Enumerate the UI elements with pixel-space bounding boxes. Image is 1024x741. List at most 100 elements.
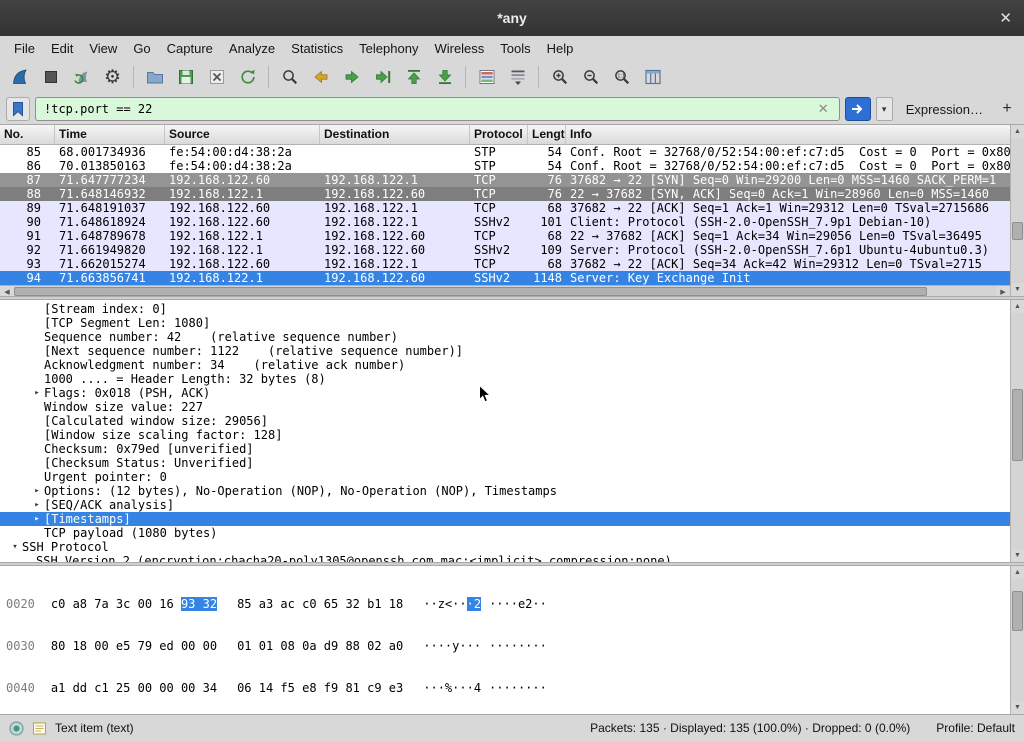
packet-row-94-selected[interactable]: 9471.663856741192.168.122.1192.168.122.6… <box>0 271 1010 285</box>
zoom-in-button[interactable] <box>544 63 575 91</box>
filter-dropdown-button[interactable]: ▾ <box>876 97 893 121</box>
detail-line-ssh-version[interactable]: SSH Version 2 (encryption:chacha20-poly1… <box>0 554 1010 562</box>
detail-line[interactable]: 1000 .... = Header Length: 32 bytes (8) <box>0 372 1010 386</box>
add-filter-button[interactable]: + <box>996 98 1018 120</box>
resize-columns-button[interactable] <box>637 63 668 91</box>
detail-line-tcp-payload[interactable]: TCP payload (1080 bytes) <box>0 526 1010 540</box>
start-capture-button[interactable] <box>4 63 35 91</box>
hscroll-thumb[interactable] <box>14 287 927 296</box>
scroll-right-arrow[interactable]: ▶ <box>996 286 1010 296</box>
go-to-packet-button[interactable] <box>367 63 398 91</box>
filter-bookmarks-button[interactable] <box>6 97 30 121</box>
detail-line[interactable]: [Stream index: 0] <box>0 302 1010 316</box>
filter-apply-button[interactable] <box>845 97 871 121</box>
detail-line[interactable]: [Window size scaling factor: 128] <box>0 428 1010 442</box>
reload-file-button[interactable] <box>232 63 263 91</box>
packet-row-93[interactable]: 9371.662015274192.168.122.60192.168.122.… <box>0 257 1010 271</box>
packet-list-hscrollbar[interactable]: ◀ ▶ <box>0 285 1010 296</box>
bytes-vscrollbar[interactable]: ▲ ▼ <box>1010 566 1024 714</box>
menu-statistics[interactable]: Statistics <box>283 39 351 58</box>
scroll-down-arrow[interactable]: ▼ <box>1011 283 1024 296</box>
window-close-button[interactable]: ✕ <box>999 0 1012 36</box>
open-file-button[interactable] <box>139 63 170 91</box>
menu-file[interactable]: File <box>6 39 43 58</box>
go-forward-button[interactable] <box>336 63 367 91</box>
hscroll-track[interactable] <box>14 286 996 296</box>
scroll-left-arrow[interactable]: ◀ <box>0 286 14 296</box>
packet-row-88[interactable]: 8871.648146932192.168.122.1192.168.122.6… <box>0 187 1010 201</box>
detail-line[interactable]: [Checksum Status: Unverified] <box>0 456 1010 470</box>
colorize-button[interactable] <box>471 63 502 91</box>
packet-row-90[interactable]: 9071.648618924192.168.122.60192.168.122.… <box>0 215 1010 229</box>
go-back-button[interactable] <box>305 63 336 91</box>
menu-telephony[interactable]: Telephony <box>351 39 426 58</box>
save-file-button[interactable] <box>170 63 201 91</box>
scroll-up-arrow[interactable]: ▲ <box>1011 300 1024 313</box>
column-header-destination[interactable]: Destination <box>320 125 470 144</box>
hex-row[interactable]: 0020c0 a8 7a 3c 00 16 93 3285 a3 ac c0 6… <box>6 597 1010 611</box>
packet-row-89[interactable]: 8971.648191037192.168.122.60192.168.122.… <box>0 201 1010 215</box>
zoom-original-button[interactable]: 1:1 <box>606 63 637 91</box>
vscroll-thumb[interactable] <box>1012 591 1023 631</box>
packet-row-85[interactable]: 8568.001734936fe:54:00:d4:38:2aSTP54Conf… <box>0 145 1010 159</box>
vscroll-track[interactable] <box>1011 579 1024 701</box>
scroll-up-arrow[interactable]: ▲ <box>1011 125 1024 138</box>
packet-row-91[interactable]: 9171.648789678192.168.122.1192.168.122.6… <box>0 229 1010 243</box>
details-vscrollbar[interactable]: ▲ ▼ <box>1010 300 1024 562</box>
detail-line[interactable]: [Calculated window size: 29056] <box>0 414 1010 428</box>
filter-clear-button[interactable]: ✕ <box>813 101 834 117</box>
menu-capture[interactable]: Capture <box>159 39 221 58</box>
stop-capture-button[interactable] <box>35 63 66 91</box>
menu-go[interactable]: Go <box>125 39 158 58</box>
column-header-time[interactable]: Time <box>55 125 165 144</box>
display-filter-input[interactable] <box>44 102 813 116</box>
menu-help[interactable]: Help <box>539 39 582 58</box>
menu-view[interactable]: View <box>81 39 125 58</box>
column-header-info[interactable]: Info <box>566 125 1010 144</box>
column-header-length[interactable]: Length <box>528 125 566 144</box>
menu-analyze[interactable]: Analyze <box>221 39 283 58</box>
packet-row-86[interactable]: 8670.013850163fe:54:00:d4:38:2aSTP54Conf… <box>0 159 1010 173</box>
packet-row-87[interactable]: 8771.647777234192.168.122.60192.168.122.… <box>0 173 1010 187</box>
detail-line[interactable]: [TCP Segment Len: 1080] <box>0 316 1010 330</box>
detail-line-flags[interactable]: ▸Flags: 0x018 (PSH, ACK) <box>0 386 1010 400</box>
scroll-down-arrow[interactable]: ▼ <box>1011 701 1024 714</box>
detail-line[interactable]: Sequence number: 42 (relative sequence n… <box>0 330 1010 344</box>
detail-line[interactable]: Urgent pointer: 0 <box>0 470 1010 484</box>
auto-scroll-button[interactable] <box>502 63 533 91</box>
detail-line[interactable]: Checksum: 0x79ed [unverified] <box>0 442 1010 456</box>
restart-capture-button[interactable] <box>66 63 97 91</box>
scroll-up-arrow[interactable]: ▲ <box>1011 566 1024 579</box>
profile-button[interactable]: Profile: Default <box>936 721 1015 735</box>
column-header-source[interactable]: Source <box>165 125 320 144</box>
close-file-button[interactable] <box>201 63 232 91</box>
go-first-packet-button[interactable] <box>398 63 429 91</box>
packet-row-92[interactable]: 9271.661949820192.168.122.1192.168.122.6… <box>0 243 1010 257</box>
menu-tools[interactable]: Tools <box>492 39 538 58</box>
detail-line-options[interactable]: ▸Options: (12 bytes), No-Operation (NOP)… <box>0 484 1010 498</box>
detail-line[interactable]: Acknowledgment number: 34 (relative ack … <box>0 358 1010 372</box>
expert-info-icon[interactable] <box>9 721 24 736</box>
column-header-no[interactable]: No. <box>0 125 55 144</box>
scroll-down-arrow[interactable]: ▼ <box>1011 549 1024 562</box>
capture-comment-icon[interactable] <box>32 721 47 736</box>
go-last-packet-button[interactable] <box>429 63 460 91</box>
capture-options-button[interactable]: ⚙ <box>97 63 128 91</box>
menu-wireless[interactable]: Wireless <box>426 39 492 58</box>
column-header-protocol[interactable]: Protocol <box>470 125 528 144</box>
vscroll-track[interactable] <box>1011 138 1024 283</box>
menu-edit[interactable]: Edit <box>43 39 81 58</box>
expression-button[interactable]: Expression… <box>898 102 991 117</box>
detail-line-timestamps-selected[interactable]: ▸[Timestamps] <box>0 512 1010 526</box>
hex-row[interactable]: 0040a1 dd c1 25 00 00 00 3406 14 f5 e8 f… <box>6 681 1010 695</box>
detail-line-ssh-protocol[interactable]: ▾SSH Protocol <box>0 540 1010 554</box>
zoom-out-button[interactable] <box>575 63 606 91</box>
vscroll-thumb[interactable] <box>1012 222 1023 240</box>
detail-line-seq-ack[interactable]: ▸[SEQ/ACK analysis] <box>0 498 1010 512</box>
vscroll-track[interactable] <box>1011 313 1024 549</box>
hex-row[interactable]: 003080 18 00 e5 79 ed 00 0001 01 08 0a d… <box>6 639 1010 653</box>
vscroll-thumb[interactable] <box>1012 389 1023 461</box>
packet-list-vscrollbar[interactable]: ▲ ▼ <box>1010 125 1024 296</box>
detail-line[interactable]: Window size value: 227 <box>0 400 1010 414</box>
find-packet-button[interactable] <box>274 63 305 91</box>
